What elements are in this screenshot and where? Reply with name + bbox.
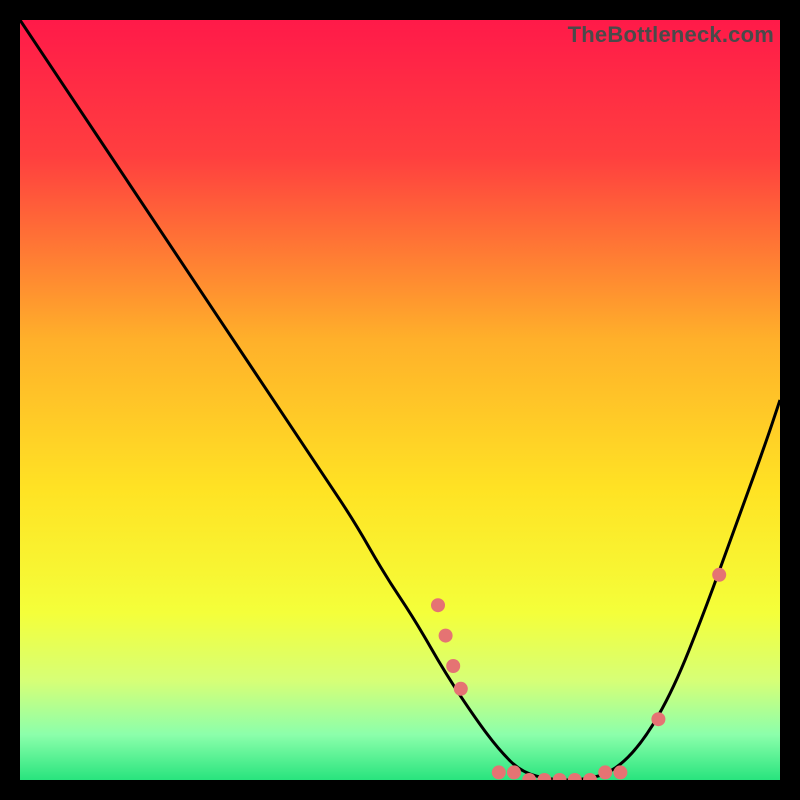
marker-point: [446, 659, 460, 673]
marker-point: [651, 712, 665, 726]
marker-point: [507, 765, 521, 779]
marker-point: [598, 765, 612, 779]
chart-frame: TheBottleneck.com: [20, 20, 780, 780]
watermark-text: TheBottleneck.com: [568, 22, 774, 48]
marker-point: [431, 598, 445, 612]
chart-svg: [20, 20, 780, 780]
marker-point: [613, 765, 627, 779]
marker-point: [439, 629, 453, 643]
marker-point: [492, 765, 506, 779]
marker-point: [712, 568, 726, 582]
marker-point: [454, 682, 468, 696]
chart-background: [20, 20, 780, 780]
